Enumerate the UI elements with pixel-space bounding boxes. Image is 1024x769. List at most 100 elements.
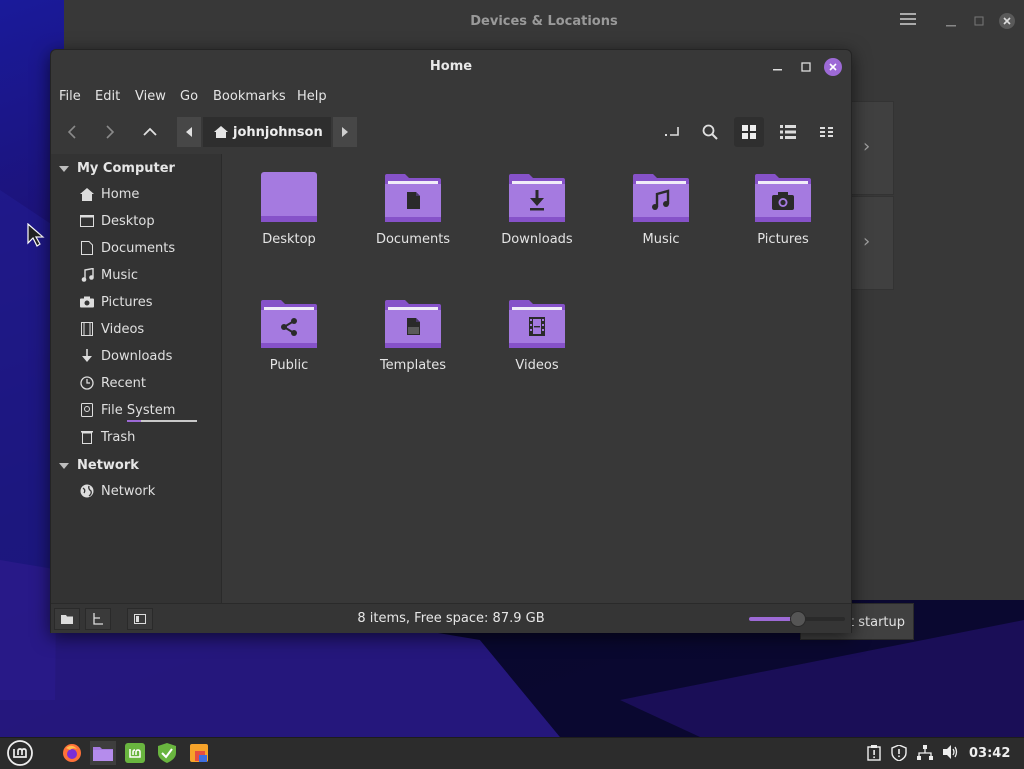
menu-go[interactable]: Go — [180, 89, 198, 104]
icon-view-button[interactable] — [734, 117, 764, 147]
list-view-button[interactable] — [773, 117, 803, 147]
menu-file[interactable]: File — [59, 89, 81, 104]
up-button[interactable] — [135, 117, 165, 147]
file-item-public[interactable]: Public — [239, 298, 339, 373]
toolbar: johnjohnson — [51, 114, 851, 150]
sidebar-item-downloads[interactable]: Downloads — [79, 345, 172, 367]
file-item-documents[interactable]: Documents — [363, 172, 463, 247]
file-roller-icon[interactable] — [186, 741, 212, 765]
menu-help[interactable]: Help — [297, 89, 327, 104]
menubar: File Edit View Go Bookmarks Help — [51, 86, 851, 108]
file-item-label: Documents — [375, 232, 451, 247]
camera-folder-icon — [755, 174, 811, 222]
minimize-icon[interactable] — [946, 16, 956, 31]
file-item-label: Downloads — [501, 232, 573, 247]
music-folder-icon — [633, 174, 689, 222]
sidebar-item-desktop[interactable]: Desktop — [79, 210, 155, 232]
globe-icon — [79, 483, 95, 499]
clipboard-alert-icon[interactable] — [867, 745, 881, 765]
hamburger-menu-icon[interactable] — [900, 12, 916, 30]
home-icon — [214, 126, 228, 138]
zoom-slider[interactable] — [749, 611, 845, 627]
window-title: Home — [429, 59, 473, 74]
breadcrumb-label: johnjohnson — [233, 124, 323, 140]
close-icon[interactable] — [998, 12, 1016, 34]
sidebar-item-trash[interactable]: Trash — [79, 426, 135, 448]
device-card[interactable]: › — [850, 101, 894, 195]
toggle-location-icon[interactable] — [657, 117, 687, 147]
document-icon — [79, 240, 95, 256]
maximize-icon[interactable] — [974, 15, 984, 30]
template-folder-icon — [385, 300, 441, 348]
expander-icon — [59, 165, 69, 172]
close-button[interactable] — [823, 57, 842, 76]
breadcrumb-home[interactable]: johnjohnson — [203, 117, 331, 147]
maximize-button[interactable] — [797, 59, 815, 77]
sidebar-section-my-computer[interactable]: My Computer — [59, 161, 175, 176]
chevron-right-icon: › — [863, 136, 871, 157]
file-item-templates[interactable]: Templates — [363, 298, 463, 373]
sidebar-item-home[interactable]: Home — [79, 183, 139, 205]
home-icon — [79, 186, 95, 202]
drive-icon — [79, 402, 95, 418]
sidebar-item-recent[interactable]: Recent — [79, 372, 146, 394]
document-folder-icon — [385, 174, 441, 222]
breadcrumb-left-button[interactable] — [177, 117, 201, 147]
file-item-videos[interactable]: Videos — [487, 298, 587, 373]
disk-usage-bar — [127, 420, 197, 422]
mint-menu-icon[interactable] — [6, 739, 34, 767]
statusbar: 8 items, Free space: 87.9 GB — [51, 603, 851, 633]
file-item-desktop[interactable]: Desktop — [239, 172, 339, 247]
expander-icon — [59, 462, 69, 469]
desktop-icon — [79, 213, 95, 229]
sidebar-item-music[interactable]: Music — [79, 264, 138, 286]
mintinstall-icon[interactable] — [122, 741, 148, 765]
music-icon — [79, 267, 95, 283]
background-strip-text: t startup — [849, 615, 905, 630]
mouse-pointer-icon — [27, 223, 45, 247]
menu-bookmarks[interactable]: Bookmarks — [213, 89, 286, 104]
plain-folder-icon — [261, 172, 317, 222]
zoom-slider-handle[interactable] — [790, 611, 806, 627]
sidebar-section-network[interactable]: Network — [59, 458, 139, 473]
forward-button[interactable] — [95, 117, 125, 147]
minimize-button[interactable] — [769, 59, 787, 77]
sidebar-item-documents[interactable]: Documents — [79, 237, 175, 259]
files-taskbar-icon[interactable] — [90, 741, 116, 765]
share-folder-icon — [261, 300, 317, 348]
film-icon — [79, 321, 95, 337]
firefox-icon[interactable] — [59, 741, 85, 765]
file-item-pictures[interactable]: Pictures — [733, 172, 833, 247]
sidebar-item-videos[interactable]: Videos — [79, 318, 144, 340]
file-item-label: Pictures — [757, 232, 809, 247]
sidebar-item-pictures[interactable]: Pictures — [79, 291, 152, 313]
shield-alert-icon[interactable] — [891, 744, 907, 765]
volume-icon[interactable] — [943, 745, 959, 763]
camera-icon — [79, 294, 95, 310]
device-card[interactable]: › — [850, 196, 894, 290]
file-item-music[interactable]: Music — [611, 172, 711, 247]
clock[interactable]: 03:42 — [969, 746, 1010, 761]
sidebar-item-file-system[interactable]: File System — [79, 399, 197, 422]
file-view[interactable]: Desktop Documents Downloads Music Pictures Pu… — [222, 154, 851, 603]
back-button[interactable] — [57, 117, 87, 147]
menu-edit[interactable]: Edit — [95, 89, 120, 104]
sidebar-item-network[interactable]: Network — [79, 480, 155, 502]
file-item-downloads[interactable]: Downloads — [487, 172, 587, 247]
file-item-label: Videos — [515, 358, 559, 373]
background-window-title: Devices & Locations — [470, 14, 618, 29]
download-folder-icon — [509, 174, 565, 222]
compact-view-button[interactable] — [812, 117, 842, 147]
menu-view[interactable]: View — [135, 89, 166, 104]
update-manager-icon[interactable] — [154, 741, 180, 765]
search-icon[interactable] — [695, 117, 725, 147]
download-icon — [79, 348, 95, 364]
clock-icon — [79, 375, 95, 391]
network-icon[interactable] — [917, 745, 933, 765]
file-item-label: Templates — [379, 358, 447, 373]
breadcrumb: johnjohnson — [177, 117, 357, 147]
titlebar[interactable]: Home — [51, 50, 851, 84]
sidebar: My Computer Home Desktop Documents Music… — [51, 154, 222, 603]
breadcrumb-right-button[interactable] — [333, 117, 357, 147]
file-manager-window[interactable]: Home File Edit View Go Bookmarks Help jo… — [50, 49, 852, 633]
